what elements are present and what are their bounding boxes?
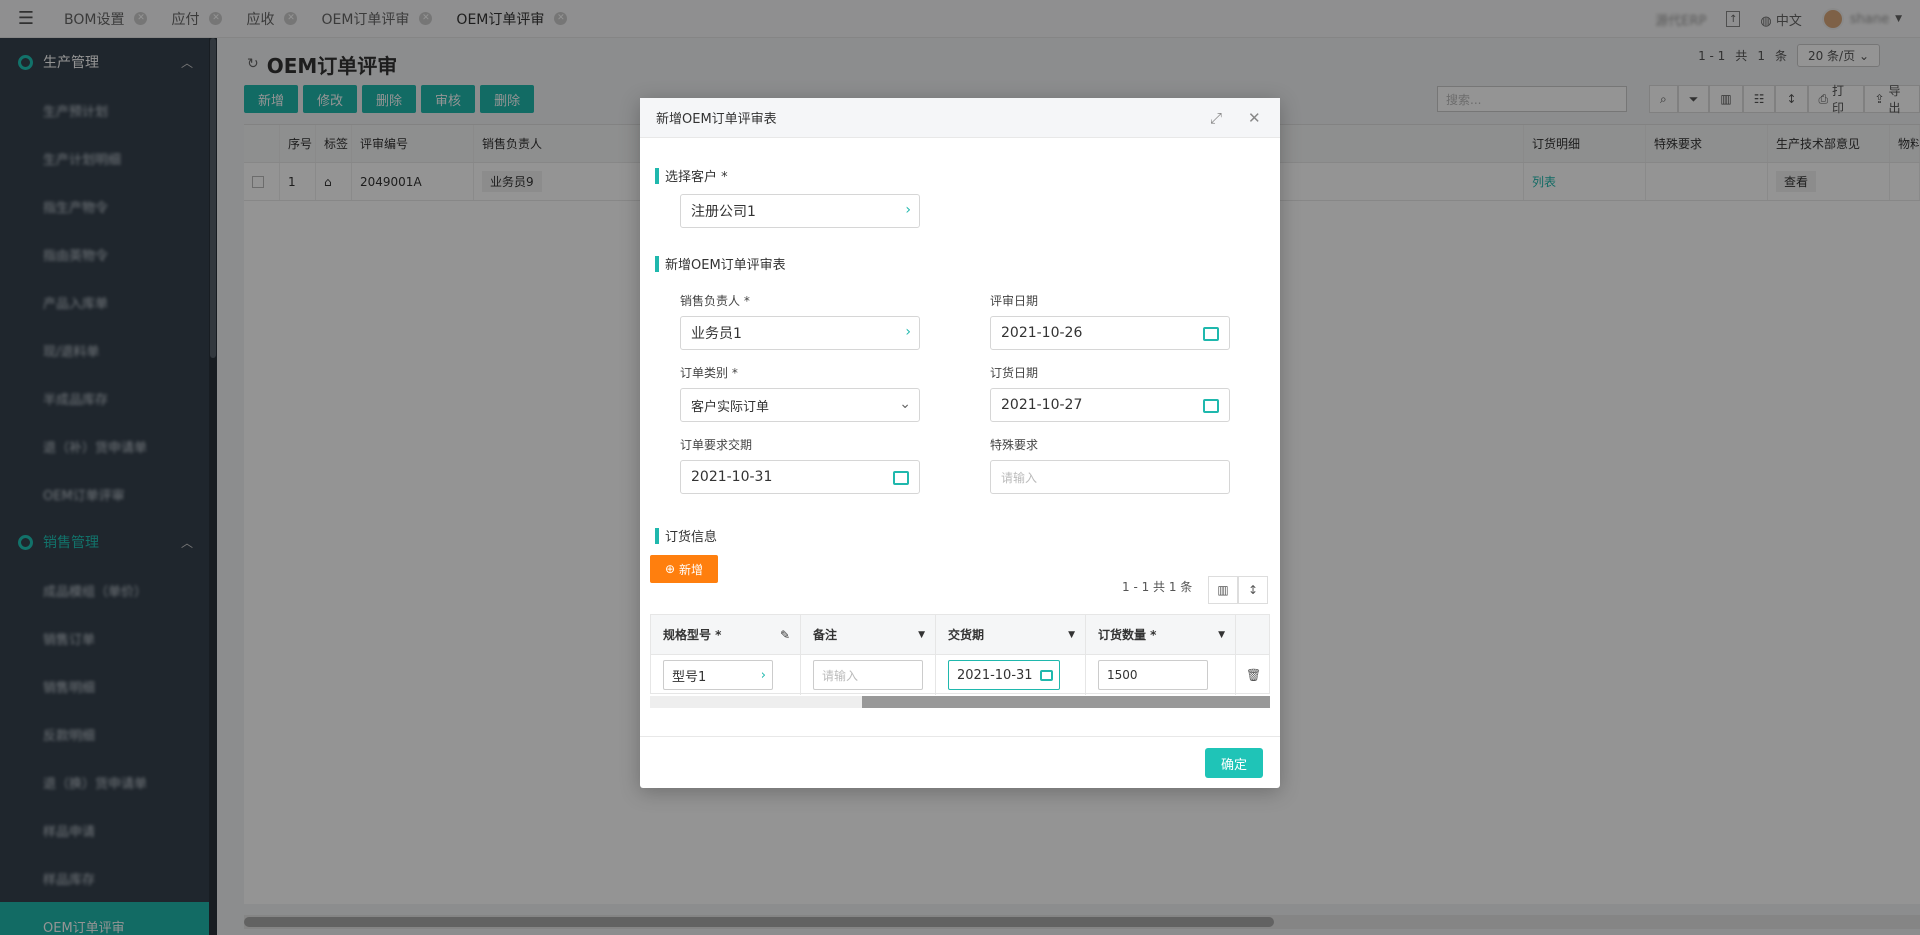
confirm-button[interactable]: 确定 — [1205, 748, 1263, 778]
chevron-down-icon[interactable]: ▼ — [1068, 630, 1075, 640]
add-review-modal: 新增OEM订单评审表 ⤢ ✕ 选择客户 * 注册公司1 › 新增OEM订单评审表 … — [640, 98, 1280, 788]
col-header[interactable]: 订货数量 * ▼ — [1086, 615, 1236, 654]
customer-section: 选择客户 * — [655, 166, 728, 185]
trash-icon[interactable]: 🗑 — [1236, 655, 1269, 695]
modal-title: 新增OEM订单评审表 — [656, 112, 777, 127]
calendar-icon[interactable] — [893, 471, 909, 485]
order-type-label: 订单类别 * — [680, 366, 738, 380]
scrollbar-thumb[interactable] — [862, 696, 1270, 708]
note-input[interactable]: 请输入 — [813, 660, 923, 690]
section-marker — [655, 527, 659, 544]
customer-value: 注册公司1 — [691, 204, 756, 220]
chevron-right-icon: › — [905, 324, 911, 340]
close-icon[interactable]: ✕ — [1248, 109, 1261, 127]
col-label: 订货数量 * — [1098, 628, 1157, 642]
review-date-label: 评审日期 — [990, 294, 1039, 308]
qty-input[interactable]: 1500 — [1098, 660, 1208, 690]
col-header[interactable]: 备注 ▼ — [801, 615, 936, 654]
add-line-label: 新增 — [679, 562, 704, 577]
col-header[interactable]: 规格型号 * ✎ — [651, 615, 801, 654]
order-type-select[interactable]: 客户实际订单 ⌄ — [680, 388, 920, 422]
order-lines-table: 规格型号 * ✎ 备注 ▼ 交货期 ▼ 订货数量 * ▼ 型号1 › 请输入 2021-1… — [650, 614, 1270, 695]
sub-pager: 1 - 1 共 1 条 — [1122, 580, 1193, 594]
calendar-icon[interactable] — [1203, 327, 1219, 341]
section-title: 新增OEM订单评审表 — [665, 258, 786, 273]
sales-label: 销售负责人 * — [680, 294, 750, 308]
order-type-value: 客户实际订单 — [691, 399, 770, 415]
section-marker — [655, 167, 659, 184]
calendar-icon[interactable] — [1040, 669, 1053, 681]
pin-icon[interactable]: ✎ — [780, 628, 790, 642]
sub-table-scrollbar[interactable] — [650, 696, 1270, 708]
sales-field[interactable]: 业务员1 › — [680, 316, 920, 350]
calendar-icon[interactable] — [1203, 399, 1219, 413]
order-date-field[interactable]: 2021-10-27 — [990, 388, 1230, 422]
section-title: 订货信息 — [665, 530, 718, 545]
chevron-right-icon: › — [760, 667, 766, 683]
note-placeholder: 请输入 — [822, 668, 859, 683]
model-value: 型号1 — [672, 669, 707, 685]
plus-circle-icon: ⊕ — [664, 562, 676, 576]
delivery-value: 2021-10-31 — [957, 667, 1033, 683]
sales-value: 业务员1 — [691, 326, 742, 342]
order-date-label: 订货日期 — [990, 366, 1039, 380]
review-date-field[interactable]: 2021-10-26 — [990, 316, 1230, 350]
special-placeholder: 请输入 — [1001, 470, 1038, 485]
deadline-value: 2021-10-31 — [691, 469, 773, 485]
review-date-value: 2021-10-26 — [1001, 325, 1083, 341]
modal-footer-divider — [640, 736, 1280, 737]
add-line-button[interactable]: ⊕ 新增 — [650, 555, 718, 583]
special-textarea[interactable]: 请输入 — [990, 460, 1230, 494]
table-row: 型号1 › 请输入 2021-10-31 1500 🗑 — [651, 655, 1269, 695]
maximize-icon[interactable]: ⤢ — [1210, 109, 1222, 127]
modal-header: 新增OEM订单评审表 ⤢ ✕ — [640, 98, 1280, 138]
chart-icon[interactable]: ▥ — [1208, 576, 1238, 604]
order-section: 订货信息 — [655, 526, 717, 545]
section-title: 选择客户 * — [665, 170, 728, 185]
model-field[interactable]: 型号1 › — [663, 660, 773, 690]
model-cell: 型号1 › — [651, 655, 801, 695]
delivery-field[interactable]: 2021-10-31 — [948, 660, 1060, 690]
action-col — [1236, 615, 1269, 654]
delivery-cell: 2021-10-31 — [936, 655, 1086, 695]
chevron-right-icon: › — [905, 202, 911, 218]
chevron-down-icon[interactable]: ▼ — [1218, 630, 1225, 640]
section-marker — [655, 255, 659, 272]
deadline-field[interactable]: 2021-10-31 — [680, 460, 920, 494]
col-label: 交货期 — [948, 628, 985, 642]
customer-field[interactable]: 注册公司1 › — [680, 194, 920, 228]
col-header[interactable]: 交货期 ▼ — [936, 615, 1086, 654]
chevron-down-icon: ⌄ — [899, 396, 911, 412]
order-date-value: 2021-10-27 — [1001, 397, 1083, 413]
note-cell: 请输入 — [801, 655, 936, 695]
deadline-label: 订单要求交期 — [680, 438, 753, 452]
row-height-icon[interactable]: ↕ — [1238, 576, 1268, 604]
col-label: 规格型号 * — [663, 628, 722, 642]
chevron-down-icon[interactable]: ▼ — [918, 630, 925, 640]
col-label: 备注 — [813, 628, 838, 642]
sub-table-header: 规格型号 * ✎ 备注 ▼ 交货期 ▼ 订货数量 * ▼ — [651, 615, 1269, 655]
qty-cell: 1500 — [1086, 655, 1236, 695]
form-section: 新增OEM订单评审表 — [655, 254, 786, 273]
special-label: 特殊要求 — [990, 438, 1039, 452]
qty-value: 1500 — [1107, 668, 1138, 682]
